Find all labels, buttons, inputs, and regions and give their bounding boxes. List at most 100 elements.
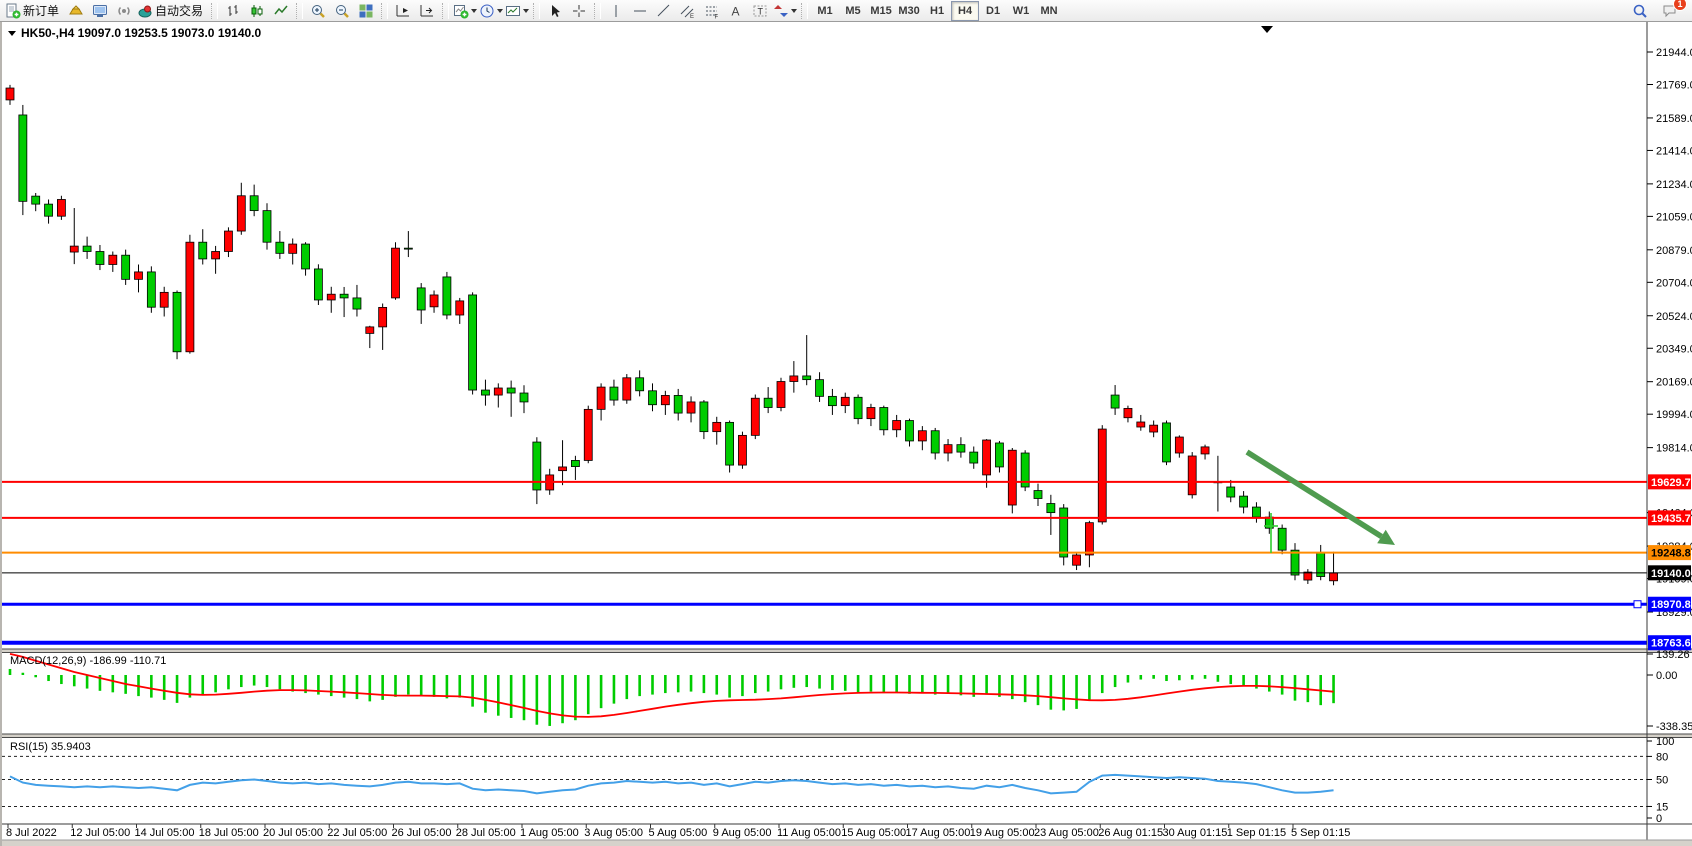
templates-button[interactable] — [504, 0, 530, 22]
vertical-line-button[interactable] — [604, 0, 628, 22]
notifications-button[interactable]: 1 — [1658, 0, 1682, 22]
indicators-button[interactable] — [452, 0, 478, 22]
line-chart-icon — [273, 3, 289, 19]
level-line-handle[interactable] — [1634, 601, 1641, 608]
strategy-tester-button[interactable] — [112, 0, 136, 22]
text-label-button[interactable]: T — [748, 0, 772, 22]
chart-canvas[interactable]: HK50-,H4 19097.0 19253.5 19073.0 19140.0… — [2, 22, 1692, 846]
periods-dropdown-icon — [497, 9, 503, 13]
bars-chart-icon — [225, 3, 241, 19]
candle-body — [96, 251, 104, 264]
fibonacci-button[interactable]: F — [700, 0, 724, 22]
candle-body — [70, 246, 78, 252]
timeframe-w1[interactable]: W1 — [1007, 1, 1035, 21]
gold-button[interactable] — [64, 0, 88, 22]
macd-histogram-bar — [805, 675, 808, 687]
macd-histogram-bar — [369, 675, 372, 701]
timeframe-m1[interactable]: M1 — [811, 1, 839, 21]
macd-histogram-bar — [86, 675, 89, 689]
candle-body — [828, 396, 836, 405]
search-button[interactable] — [1628, 0, 1652, 22]
new-order-button[interactable]: 新订单 — [4, 0, 64, 22]
timeframe-h1[interactable]: H1 — [923, 1, 951, 21]
crosshair-button[interactable] — [567, 0, 591, 22]
candle-body — [700, 402, 708, 432]
cursor-button[interactable] — [543, 0, 567, 22]
equidistant-channel-button[interactable]: E — [676, 0, 700, 22]
macd-histogram-bar — [587, 675, 590, 714]
timeframe-m15[interactable]: M15 — [867, 1, 895, 21]
candle-body — [379, 307, 387, 327]
candle-body — [469, 295, 477, 390]
bar-chart-button[interactable] — [221, 0, 245, 22]
timeframe-m5[interactable]: M5 — [839, 1, 867, 21]
candle-body — [1163, 423, 1171, 462]
rsi-tick-label: 0 — [1656, 813, 1662, 825]
price-tick-label: 21414.0 — [1656, 145, 1692, 157]
horizontal-line-button[interactable] — [628, 0, 652, 22]
chart-window: HK50-,H4 19097.0 19253.5 19073.0 19140.0… — [0, 22, 1692, 846]
crosshair-icon — [571, 3, 587, 19]
macd-histogram-bar — [240, 675, 243, 687]
candle-body — [109, 255, 117, 264]
time-tick-label: 20 Jul 05:00 — [263, 827, 323, 839]
timeframe-m30[interactable]: M30 — [895, 1, 923, 21]
candle-body — [122, 255, 130, 279]
candle-body — [661, 395, 669, 404]
price-tick-label: 20879.0 — [1656, 245, 1692, 257]
periods-button[interactable] — [478, 0, 504, 22]
candle-body — [713, 422, 721, 431]
candle-body — [263, 211, 271, 243]
candle-body — [135, 272, 143, 279]
macd-histogram-bar — [690, 675, 693, 692]
time-axis[interactable]: 8 Jul 202212 Jul 05:0014 Jul 05:0018 Jul… — [6, 824, 1350, 839]
timeframe-h4[interactable]: H4 — [951, 1, 979, 21]
gold-icon — [68, 3, 84, 19]
candle-body — [353, 298, 361, 309]
macd-histogram-bar — [1229, 675, 1232, 684]
price-tick-label: 21944.0 — [1656, 47, 1692, 59]
candle-body — [970, 452, 978, 463]
text-button[interactable]: A — [724, 0, 748, 22]
auto-scroll-button[interactable] — [391, 0, 415, 22]
macd-histogram-bar — [1191, 675, 1194, 680]
macd-histogram-bar — [1050, 675, 1053, 710]
toolbar-grip — [211, 3, 218, 19]
candle-body — [147, 272, 155, 307]
macd-histogram-bar — [947, 675, 950, 694]
terminal-button[interactable] — [88, 0, 112, 22]
chart-shift-button[interactable] — [415, 0, 439, 22]
macd-histogram-bar — [754, 675, 757, 693]
macd-splitter[interactable] — [2, 649, 1692, 653]
candle-body — [83, 246, 91, 251]
macd-tick-label: 0.00 — [1656, 670, 1677, 682]
zoom-in-button[interactable] — [306, 0, 330, 22]
price-tick-label: 20524.0 — [1656, 311, 1692, 323]
auto-trading-button[interactable]: 自动交易 — [136, 0, 208, 22]
candle-chart-button[interactable] — [245, 0, 269, 22]
rsi-tick-label: 15 — [1656, 801, 1668, 813]
notification-badge: 1 — [1673, 0, 1687, 11]
candle-body — [45, 204, 53, 216]
timeframe-mn[interactable]: MN — [1035, 1, 1063, 21]
candle-body — [224, 231, 232, 251]
candle-body — [1240, 496, 1248, 507]
line-chart-button[interactable] — [269, 0, 293, 22]
arrows-button[interactable] — [772, 0, 798, 22]
rsi-splitter[interactable] — [2, 734, 1692, 738]
trendline-button[interactable] — [652, 0, 676, 22]
svg-text:E: E — [690, 14, 694, 19]
price-tick-label: 21769.0 — [1656, 80, 1692, 92]
time-tick-label: 18 Jul 05:00 — [199, 827, 259, 839]
timeframe-d1[interactable]: D1 — [979, 1, 1007, 21]
candle-body — [944, 445, 952, 453]
tile-windows-button[interactable] — [354, 0, 378, 22]
vertical-line-icon — [608, 3, 624, 19]
macd-histogram-bar — [330, 675, 333, 696]
candle-body — [687, 402, 695, 413]
candle-body — [1175, 437, 1183, 453]
macd-histogram-bar — [1075, 675, 1078, 709]
zoom-out-button[interactable] — [330, 0, 354, 22]
candle-body — [404, 248, 412, 249]
candle-body — [19, 115, 27, 201]
